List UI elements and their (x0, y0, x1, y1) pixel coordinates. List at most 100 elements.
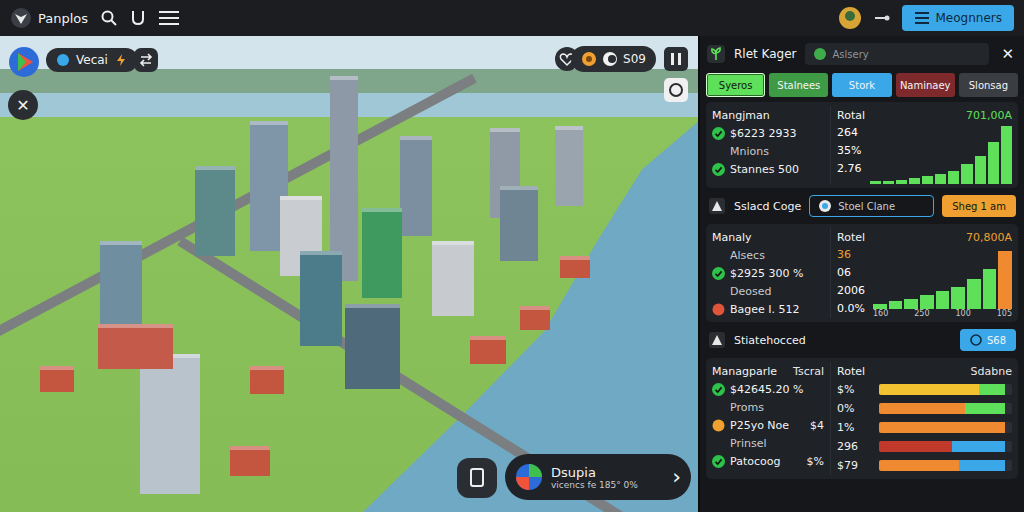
chart-bar (870, 181, 881, 184)
chart-bar (975, 156, 986, 184)
bar-chart (873, 249, 1012, 309)
building (520, 306, 550, 330)
district-icon (515, 463, 543, 491)
chart-bar (936, 291, 950, 309)
building (362, 208, 402, 298)
filter-icon[interactable] (130, 9, 146, 27)
tab[interactable]: Syeros (706, 73, 765, 97)
app-title: Panplos (38, 11, 88, 26)
chart-bar (896, 180, 907, 184)
building (230, 446, 270, 476)
chart-bar (967, 279, 981, 309)
search-icon[interactable] (100, 9, 118, 27)
card-caption: Tscral (793, 365, 824, 378)
chart-bar (873, 304, 887, 309)
chart-bar (909, 178, 920, 184)
status-dot-icon (712, 303, 725, 316)
grid-icon[interactable] (664, 47, 688, 71)
stats-card: ManagparleTscral$42645.20 %PromsP25yo No… (706, 358, 1018, 479)
close-button[interactable]: ✕ (8, 90, 38, 120)
camera-icon[interactable] (664, 78, 688, 102)
side-panel: Rlet Kager Aslsery ✕ SyerosStalneesStorkNam… (700, 36, 1024, 512)
card-title: Mangjman (712, 109, 770, 122)
toolbar-row: Sslacd Coge Stoel Clane Sheg 1 am (706, 193, 1018, 219)
tab-bar: SyerosStalneesStorkNaminaeySlonsag (706, 73, 1018, 97)
managers-button[interactable]: Meognners (902, 5, 1014, 31)
district-card[interactable]: Dsupiavicencs fe 185° 0%› (505, 454, 691, 500)
target-icon (818, 199, 832, 213)
chart-bar (983, 269, 997, 309)
toolbar-label: Sslacd Coge (734, 200, 801, 213)
stats-card: ManalyAlsecs$2925 300 %DeosedBagee I. 51… (706, 224, 1018, 322)
panel-title: Rlet Kager (734, 47, 797, 61)
stat-value: 06 (837, 264, 865, 282)
toolbar-row: StiatehoccedS68 (706, 327, 1018, 353)
district-title: Dsupia (551, 465, 664, 480)
card-right-title: Rotel (837, 365, 865, 378)
build-icon[interactable] (457, 458, 497, 498)
panel-header: Rlet Kager Aslsery ✕ (706, 40, 1018, 68)
mode-pill[interactable]: Vecai (46, 48, 138, 72)
card-right-title: Rotel (837, 231, 865, 244)
panel-search[interactable]: Aslsery (805, 43, 990, 65)
bar-row: 0% (837, 399, 1012, 418)
status-dot-icon (712, 419, 725, 432)
chart-bar (935, 174, 946, 184)
chart-bar (951, 287, 965, 309)
toolbar-button[interactable]: S68 (960, 329, 1016, 351)
building (98, 324, 173, 369)
toolbar-button[interactable]: Sheg 1 am (942, 195, 1016, 217)
tool-icon (708, 331, 726, 349)
toolbar-field[interactable]: Stoel Clane (809, 195, 934, 217)
menu-icon[interactable] (158, 9, 180, 27)
card-item: $42645.20 % (712, 380, 824, 398)
bar-chart (870, 124, 1013, 184)
bar-list: $%0%1%296$79 (837, 380, 1012, 475)
chart-bar (988, 142, 999, 184)
bar-segment (879, 422, 1005, 433)
card-right-caption: Sdabne (971, 365, 1012, 378)
building (345, 304, 400, 389)
tab[interactable]: Naminaey (896, 73, 955, 97)
check-icon (712, 163, 725, 176)
card-title: Manaly (712, 231, 752, 244)
building (195, 166, 235, 256)
building (400, 136, 432, 236)
tab[interactable]: Stork (832, 73, 891, 97)
card-item: Mnions (712, 142, 824, 160)
avatar-icon[interactable] (838, 6, 862, 30)
stat-value: 0.0% (837, 300, 865, 318)
tab[interactable]: Slonsag (959, 73, 1018, 97)
gem-icon (602, 51, 618, 67)
stats-card: Mangjman$6223 2933MnionsStannes 500Rotal… (706, 102, 1018, 188)
bar-row: $% (837, 380, 1012, 399)
bolt-icon (114, 53, 128, 67)
play-store-icon[interactable] (8, 46, 40, 78)
building (40, 366, 74, 392)
bar-row: $79 (837, 456, 1012, 475)
bar-row: 1% (837, 418, 1012, 437)
stat-value: 36 (837, 246, 865, 264)
swap-icon[interactable] (134, 48, 158, 72)
chart-bar (922, 176, 933, 184)
building (250, 366, 284, 394)
card-right-title: Rotal (837, 109, 865, 122)
tab[interactable]: Stalnees (769, 73, 828, 97)
chart-bar (889, 301, 903, 309)
building (300, 251, 342, 346)
panel-close-button[interactable]: ✕ (997, 45, 1018, 63)
next-arrow[interactable]: › (672, 466, 681, 488)
chart-bar (904, 299, 918, 309)
logo-icon (10, 7, 32, 29)
check-icon (712, 267, 725, 280)
brand[interactable]: Panplos (10, 7, 88, 29)
list-icon (914, 11, 930, 25)
stat-value: 2006 (837, 282, 865, 300)
bar-segment (879, 460, 959, 471)
city-view[interactable]: Vecai ✕ S09 Dsupiavicencs fe 185° 0%› (0, 36, 700, 512)
coin-icon (581, 51, 597, 67)
bar-segment (952, 441, 1005, 452)
chart-bar (998, 251, 1012, 309)
bar-segment (879, 403, 965, 414)
resource-pill[interactable]: S09 (571, 46, 656, 72)
